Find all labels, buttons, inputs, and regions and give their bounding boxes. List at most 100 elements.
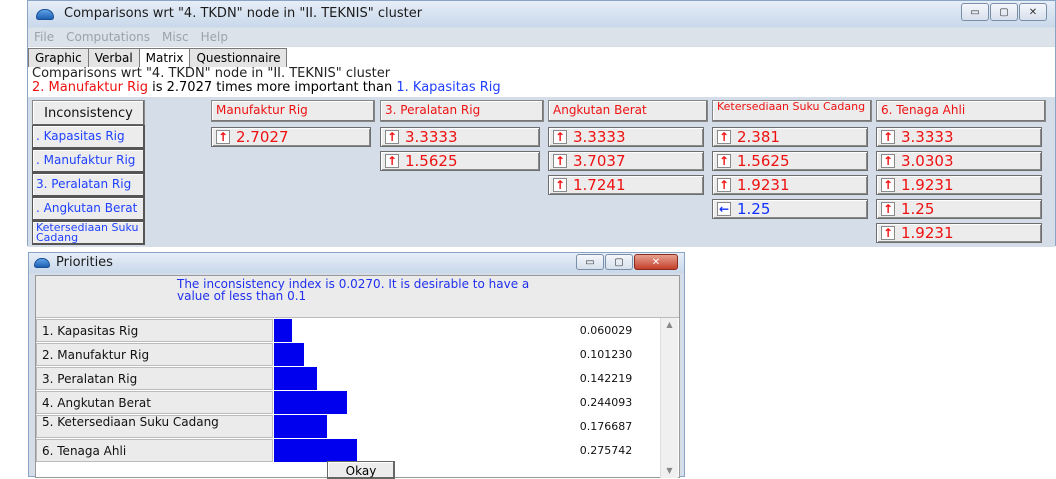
matrix-cell[interactable]: ↑ 1.5625 [712,151,868,171]
priority-label: 4. Angkutan Berat [36,391,273,414]
inconsistency-button[interactable]: Inconsistency [32,100,145,126]
info-relation: is 2.7027 times more important than [147,80,397,95]
matrix-row-header: . Angkutan Berat [32,197,145,221]
priority-bar [274,415,327,438]
matrix-cell-value: 1.7241 [573,176,626,194]
scroll-down-icon[interactable]: ▼ [661,464,678,478]
menu-computations[interactable]: Computations [60,28,156,46]
close-button[interactable]: ✕ [634,254,678,270]
matrix-cell[interactable]: ↑ 2.381 [712,127,868,147]
maximize-button[interactable]: ▢ [605,254,633,270]
info-heading: Comparisons wrt "4. TKDN" node in "II. T… [32,66,391,81]
matrix-cell-value: 1.9231 [901,224,954,242]
priority-row: 3. Peralatan Rig 0.142219 [36,367,679,392]
menu-misc[interactable]: Misc [156,28,195,46]
arrow-up-icon[interactable]: ↑ [881,154,895,168]
priority-bar-track [274,391,556,414]
arrow-up-icon[interactable]: ↑ [553,130,567,144]
matrix-cell[interactable]: ↑ 3.3333 [876,127,1042,147]
title-bar[interactable]: Comparisons wrt "4. TKDN" node in "II. T… [28,1,1055,27]
arrow-up-icon[interactable]: ↑ [553,154,567,168]
app-icon [36,9,54,20]
arrow-up-icon[interactable]: ↑ [385,130,399,144]
priority-label: 2. Manufaktur Rig [36,343,273,366]
matrix-cell[interactable]: ↑ 3.0303 [876,151,1042,171]
close-button[interactable]: ✕ [1019,3,1047,21]
priority-value: 0.142219 [579,372,633,385]
arrow-up-icon[interactable]: ↑ [881,178,895,192]
priority-bar [274,391,347,414]
matrix-cell[interactable]: ↑ 1.7241 [548,175,704,195]
app-icon [34,258,50,268]
priority-bar-track [274,319,556,342]
inconsistency-message: The inconsistency index is 0.0270. It is… [177,277,530,303]
info-item: 2. Manufaktur Rig [32,80,148,95]
priority-label: 5. Ketersediaan Suku Cadang [36,415,273,438]
matrix-column-header: Ketersediaan Suku Cadang [712,100,872,122]
arrow-up-icon[interactable]: ↑ [717,154,731,168]
matrix-column-header: Angkutan Berat [548,100,708,122]
priorities-title-bar[interactable]: Priorities ▭ ▢ ✕ [29,253,684,273]
arrow-up-icon[interactable]: ↑ [717,130,731,144]
tab-bar: Graphic Verbal Matrix Questionnaire [28,47,1055,67]
matrix-cell[interactable]: ↑ 2.7027 [211,127,371,147]
matrix-cell-value: 3.0303 [901,152,954,170]
matrix-cell[interactable]: ↑ 1.9231 [712,175,868,195]
matrix-column-header: 3. Peralatan Rig [380,100,544,122]
minimize-button[interactable]: ▭ [961,3,989,21]
arrow-up-icon[interactable]: ↑ [216,130,230,144]
matrix-cell[interactable]: ↑ 1.9231 [876,223,1042,243]
matrix-cell[interactable]: ↑ 1.25 [876,199,1042,219]
comparison-info: Comparisons wrt "4. TKDN" node in "II. T… [28,67,1055,97]
priority-value: 0.275742 [579,444,633,457]
tab-graphic[interactable]: Graphic [28,48,89,67]
priority-bar [274,367,317,390]
matrix-cell[interactable]: ← 1.25 [712,199,868,219]
minimize-button[interactable]: ▭ [576,254,604,270]
arrow-up-icon[interactable]: ↑ [717,178,731,192]
matrix-column-header: Manufaktur Rig [211,100,375,122]
matrix-cell-value: 3.7037 [573,152,626,170]
matrix-cell-value: 3.3333 [405,128,458,146]
priority-row: 1. Kapasitas Rig 0.060029 [36,319,679,344]
priority-bar-track [274,415,556,438]
priority-value: 0.176687 [579,420,633,433]
matrix-cell-value: 1.25 [901,200,935,218]
priority-bar [274,319,292,342]
matrix-cell-value: 1.9231 [901,176,954,194]
tab-verbal[interactable]: Verbal [87,48,140,67]
matrix-cell[interactable]: ↑ 1.9231 [876,175,1042,195]
matrix-cell[interactable]: ↑ 3.3333 [380,127,540,147]
okay-button[interactable]: Okay [327,461,395,479]
matrix-cell-value: 1.5625 [737,152,790,170]
arrow-up-icon[interactable]: ↑ [881,202,895,216]
matrix-row-header: Ketersediaan Suku Cadang [32,221,145,245]
priority-row: 2. Manufaktur Rig 0.101230 [36,343,679,368]
arrow-up-icon[interactable]: ↑ [385,154,399,168]
matrix-cell[interactable]: ↑ 3.7037 [548,151,704,171]
priority-row: 5. Ketersediaan Suku Cadang 0.176687 [36,415,679,440]
arrow-up-icon[interactable]: ↑ [881,226,895,240]
priorities-panel: The inconsistency index is 0.0270. It is… [35,275,680,479]
info-statement: 2. Manufaktur Rig is 2.7027 times more i… [32,81,1055,95]
menu-help[interactable]: Help [195,28,234,46]
tab-questionnaire[interactable]: Questionnaire [189,48,288,67]
tab-matrix[interactable]: Matrix [138,48,191,67]
priority-label: 1. Kapasitas Rig [36,319,273,342]
maximize-button[interactable]: ▢ [990,3,1018,21]
matrix-cell-value: 1.25 [737,200,771,218]
arrow-up-icon[interactable]: ↑ [881,130,895,144]
scrollbar[interactable]: ▲ ▼ [660,318,678,478]
arrow-left-icon[interactable]: ← [717,202,731,216]
matrix-cell-value: 2.7027 [236,128,289,146]
scroll-up-icon[interactable]: ▲ [661,318,678,332]
matrix-cell[interactable]: ↑ 1.5625 [380,151,540,171]
matrix-cell-value: 2.381 [737,128,780,146]
priority-bar-track [274,367,556,390]
info-target: 1. Kapasitas Rig [396,80,501,95]
menu-file[interactable]: File [28,28,60,46]
matrix-cell[interactable]: ↑ 3.3333 [548,127,704,147]
matrix-cell-value: 1.9231 [737,176,790,194]
arrow-up-icon[interactable]: ↑ [553,178,567,192]
matrix-row-header: 3. Peralatan Rig [32,173,145,197]
